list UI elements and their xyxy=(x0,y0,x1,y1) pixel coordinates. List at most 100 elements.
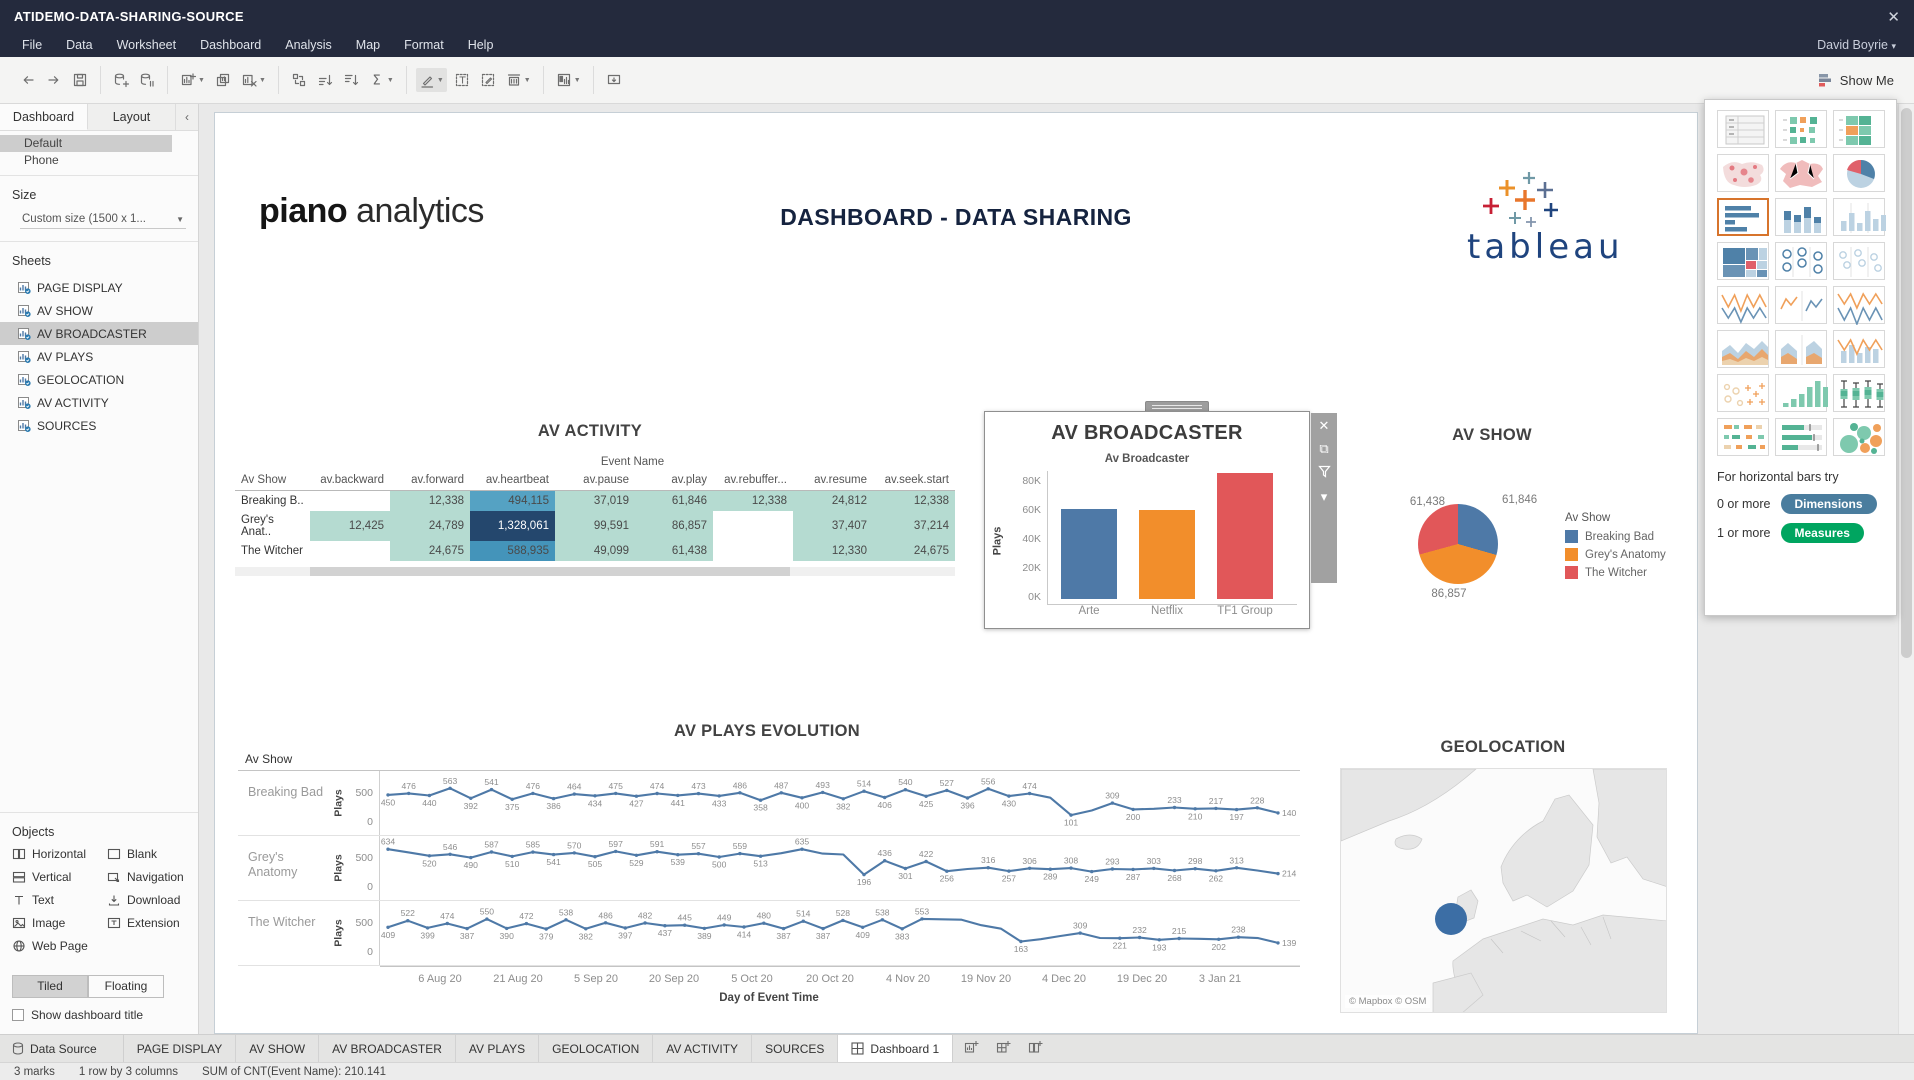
showme-text-table[interactable] xyxy=(1717,110,1769,148)
bottom-tab-av-broadcaster[interactable]: AV BROADCASTER xyxy=(319,1035,456,1062)
duplicate-icon[interactable] xyxy=(212,68,234,92)
sheet-item-av-broadcaster[interactable]: AV BROADCASTER xyxy=(0,322,198,345)
table-cell[interactable]: 12,330 xyxy=(793,541,873,561)
sheet-item-sources[interactable]: SOURCES xyxy=(0,414,198,437)
table-cell[interactable] xyxy=(713,511,793,541)
showme-highlight-table[interactable] xyxy=(1833,110,1885,148)
showme-box-and-whisker[interactable] xyxy=(1833,374,1885,412)
text-label-icon[interactable]: T xyxy=(451,68,473,92)
redo-icon[interactable] xyxy=(43,68,65,92)
presentation-mode-icon[interactable] xyxy=(603,68,625,92)
showme-lines-continuous[interactable] xyxy=(1717,286,1769,324)
fit-axes-icon[interactable]: ▼ xyxy=(503,68,534,92)
device-option-phone[interactable]: Phone xyxy=(0,152,198,169)
bar-arte[interactable] xyxy=(1061,509,1117,599)
scrollbar-thumb[interactable] xyxy=(310,567,790,576)
legend-item[interactable]: The Witcher xyxy=(1565,566,1666,579)
showme-bullet-graph[interactable] xyxy=(1775,418,1827,456)
geolocation-map[interactable]: © Mapbox © OSM xyxy=(1340,768,1667,1013)
swap-axes-icon[interactable] xyxy=(288,68,310,92)
table-cell[interactable]: 12,425 xyxy=(310,511,390,541)
floating-button[interactable]: Floating xyxy=(88,975,164,998)
table-cell[interactable]: 24,675 xyxy=(873,541,955,561)
table-cell[interactable]: 12,338 xyxy=(713,491,793,511)
size-dropdown[interactable]: Custom size (1500 x 1... ▼ xyxy=(20,210,186,229)
showme-heatmap[interactable] xyxy=(1775,110,1827,148)
menu-item-map[interactable]: Map xyxy=(344,38,392,52)
object-blank[interactable]: Blank xyxy=(107,847,202,861)
table-cell[interactable]: 61,438 xyxy=(635,541,713,561)
bottom-tab-av-activity[interactable]: AV ACTIVITY xyxy=(653,1035,752,1062)
sheet-item-av-show[interactable]: AV SHOW xyxy=(0,299,198,322)
object-extension[interactable]: Extension xyxy=(107,916,202,930)
showme-side-by-side-circles[interactable] xyxy=(1833,242,1885,280)
object-text[interactable]: Text xyxy=(12,893,107,907)
legend-item[interactable]: Breaking Bad xyxy=(1565,530,1666,543)
showme-filled-map[interactable] xyxy=(1775,154,1827,192)
vertical-scrollbar[interactable] xyxy=(1898,104,1914,1034)
showme-circle-views[interactable] xyxy=(1775,242,1827,280)
sheet-item-geolocation[interactable]: GEOLOCATION xyxy=(0,368,198,391)
undo-icon[interactable] xyxy=(17,68,39,92)
sheet-item-av-plays[interactable]: AV PLAYS xyxy=(0,345,198,368)
table-h-scrollbar[interactable] xyxy=(235,567,955,576)
totals-icon[interactable]: Σ▼ xyxy=(366,68,397,92)
sheet-item-av-activity[interactable]: AV ACTIVITY xyxy=(0,391,198,414)
show-cards-icon[interactable]: ▼ xyxy=(553,68,584,92)
sort-ascending-icon[interactable] xyxy=(314,68,336,92)
av-broadcaster-card[interactable]: AV BROADCASTER Av Broadcaster Plays0K20K… xyxy=(984,411,1310,629)
show-dashboard-title-toggle[interactable]: Show dashboard title xyxy=(12,1008,143,1022)
showme-dual-lines[interactable] xyxy=(1833,286,1885,324)
table-cell[interactable]: 86,857 xyxy=(635,511,713,541)
showme-area-continuous[interactable] xyxy=(1717,330,1769,368)
table-cell[interactable]: 24,675 xyxy=(390,541,470,561)
new-dashboard-icon[interactable] xyxy=(989,1037,1019,1060)
scrollbar-thumb[interactable] xyxy=(1901,108,1912,658)
table-cell[interactable]: 12,338 xyxy=(390,491,470,511)
more-caret-icon[interactable]: ▾ xyxy=(1321,490,1328,503)
menu-item-analysis[interactable]: Analysis xyxy=(273,38,344,52)
table-cell[interactable]: 494,115 xyxy=(470,491,555,511)
menu-item-file[interactable]: File xyxy=(10,38,54,52)
showme-packed-bubbles[interactable] xyxy=(1833,418,1885,456)
menu-item-worksheet[interactable]: Worksheet xyxy=(105,38,189,52)
table-cell[interactable]: 24,812 xyxy=(793,491,873,511)
device-option-default[interactable]: Default xyxy=(0,135,172,152)
object-download[interactable]: Download xyxy=(107,893,202,907)
menu-item-help[interactable]: Help xyxy=(456,38,506,52)
table-cell[interactable]: 37,214 xyxy=(873,511,955,541)
tab-dashboard-1[interactable]: Dashboard 1 xyxy=(838,1035,953,1062)
user-menu[interactable]: David Boyrie ▾ xyxy=(1817,38,1904,52)
tiled-button[interactable]: Tiled xyxy=(12,975,88,998)
table-cell[interactable]: 12,338 xyxy=(873,491,955,511)
showme-scatter-plot[interactable] xyxy=(1717,374,1769,412)
showme-area-discrete[interactable] xyxy=(1775,330,1827,368)
table-cell[interactable] xyxy=(310,541,390,561)
legend-item[interactable]: Grey's Anatomy xyxy=(1565,548,1666,561)
line-plot[interactable]: 4095223994743875503904723795383824863974… xyxy=(379,901,1300,965)
new-worksheet-icon[interactable]: ▼ xyxy=(177,68,208,92)
menu-item-data[interactable]: Data xyxy=(54,38,104,52)
showme-stacked-bars[interactable] xyxy=(1775,198,1827,236)
save-icon[interactable] xyxy=(69,68,91,92)
tab-dashboard[interactable]: Dashboard xyxy=(0,104,88,130)
bottom-tab-sources[interactable]: SOURCES xyxy=(752,1035,838,1062)
bottom-tab-geolocation[interactable]: GEOLOCATION xyxy=(539,1035,653,1062)
showme-lines-discrete[interactable] xyxy=(1775,286,1827,324)
table-cell[interactable]: 588,935 xyxy=(470,541,555,561)
add-data-icon[interactable] xyxy=(110,68,132,92)
showme-side-by-side-bars[interactable] xyxy=(1833,198,1885,236)
table-cell[interactable] xyxy=(310,491,390,511)
object-horizontal[interactable]: Horizontal xyxy=(12,847,107,861)
bottom-tab-page-display[interactable]: PAGE DISPLAY xyxy=(124,1035,237,1062)
table-cell[interactable]: 37,407 xyxy=(793,511,873,541)
table-cell[interactable]: 99,591 xyxy=(555,511,635,541)
table-cell[interactable]: 37,019 xyxy=(555,491,635,511)
line-plot[interactable]: 4504764405633925413754763864644344754274… xyxy=(379,771,1300,835)
menu-item-dashboard[interactable]: Dashboard xyxy=(188,38,273,52)
table-cell[interactable]: 1,328,061 xyxy=(470,511,555,541)
showme-histogram[interactable] xyxy=(1775,374,1827,412)
highlight-icon[interactable]: ▼ xyxy=(416,68,447,92)
line-plot[interactable]: 6345205464905875105855415705055975295915… xyxy=(379,836,1300,900)
new-story-icon[interactable] xyxy=(1021,1037,1051,1060)
